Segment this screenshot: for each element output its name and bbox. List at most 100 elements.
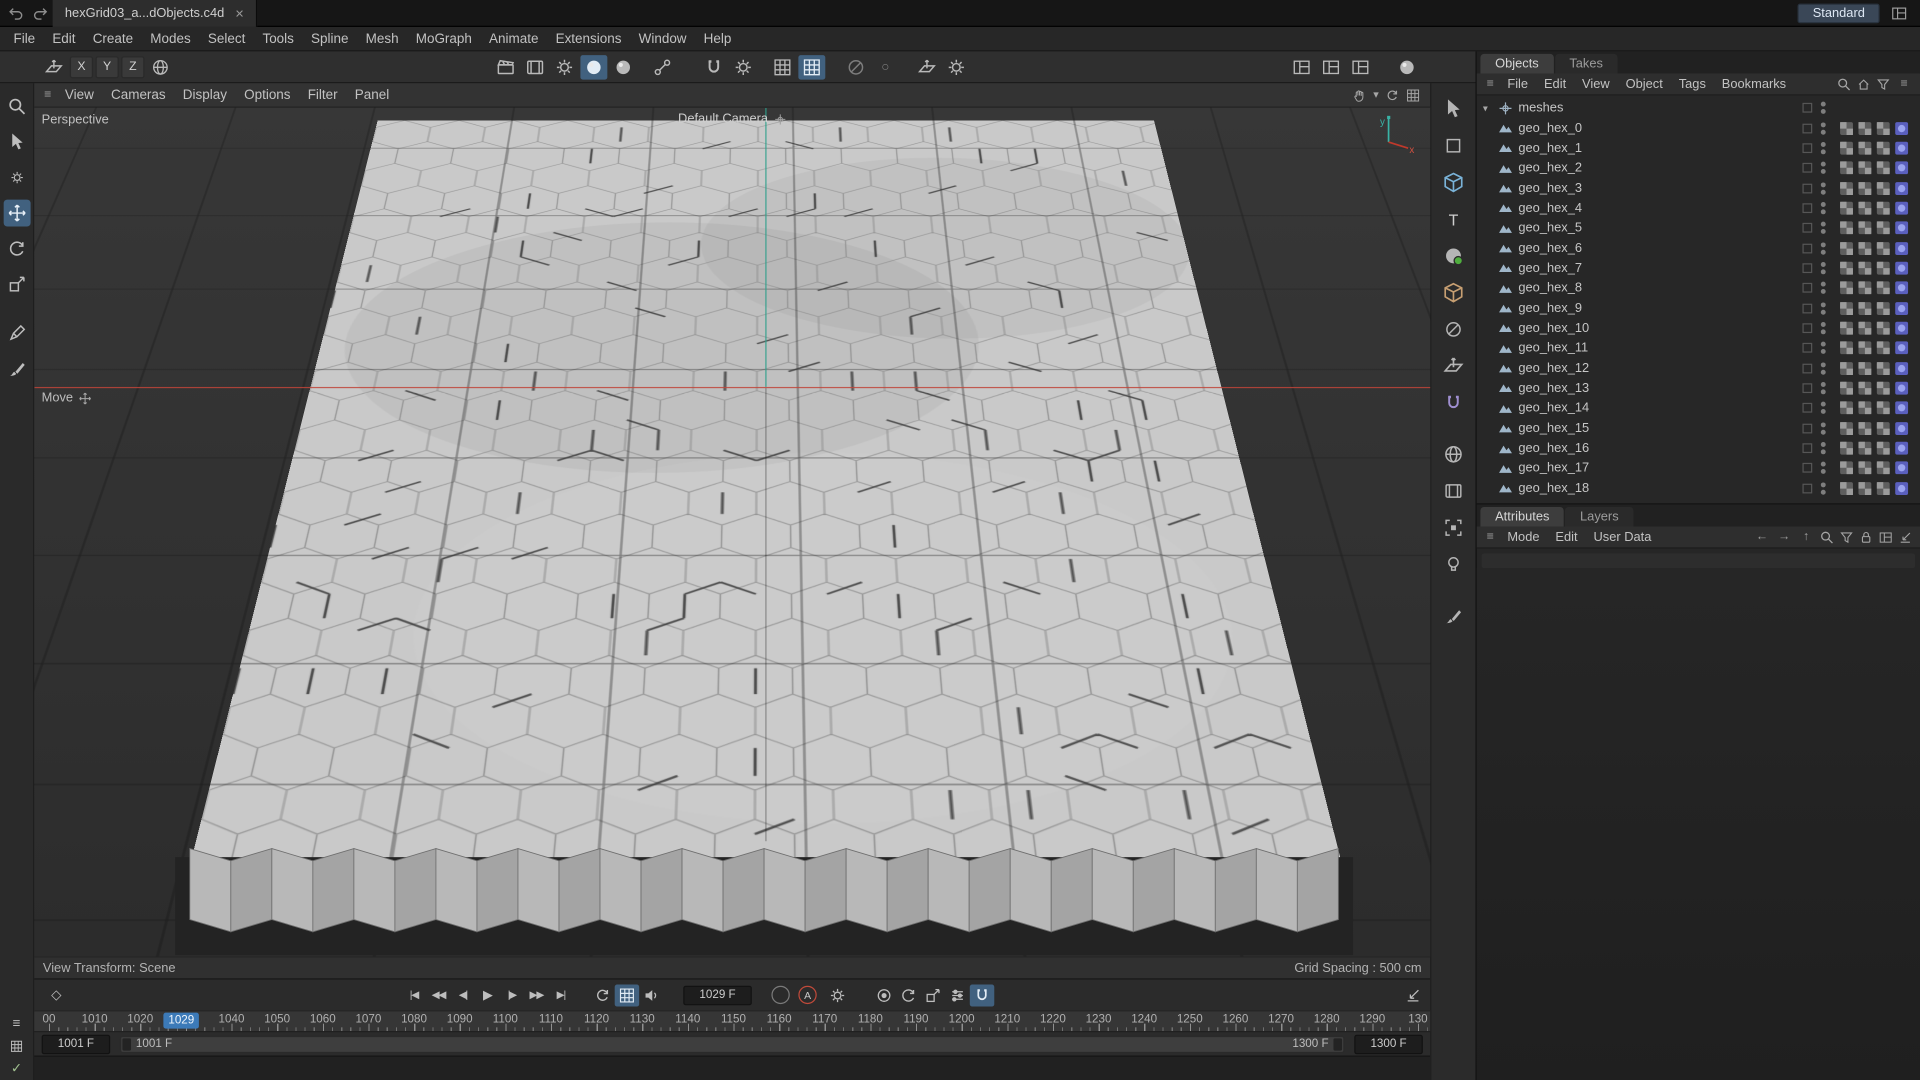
paint-tool-icon[interactable] — [1440, 602, 1467, 629]
texture-tag-icon[interactable] — [1858, 361, 1873, 376]
vp-menu-cameras[interactable]: Cameras — [102, 83, 174, 106]
layout-preset-button[interactable]: Standard — [1798, 3, 1880, 23]
object-name[interactable]: meshes — [1518, 101, 1563, 116]
phong-tag-icon[interactable] — [1894, 421, 1909, 436]
timeline-mode-button[interactable] — [614, 983, 640, 1006]
layout-panel-button-1[interactable] — [1288, 54, 1315, 78]
normal-tag-icon[interactable] — [1876, 221, 1891, 236]
om-panel-menu-icon[interactable]: ≡ — [1482, 77, 1499, 90]
object-row[interactable]: geo_hex_9 — [1477, 298, 1920, 318]
object-name[interactable]: geo_hex_16 — [1518, 441, 1589, 456]
play-button[interactable]: ▶ — [475, 984, 499, 1006]
viewport-canvas[interactable]: Perspective Default Camera Move y x — [34, 107, 1431, 957]
object-row[interactable]: geo_hex_8 — [1477, 278, 1920, 298]
uvw-tag-icon[interactable] — [1839, 461, 1854, 476]
object-row[interactable]: geo_hex_15 — [1477, 418, 1920, 438]
om-menu-tags[interactable]: Tags — [1671, 73, 1713, 94]
object-tree[interactable]: ▾ meshes geo_hex_0 geo_hex_1 geo_hex_2 geo_… — [1476, 95, 1920, 504]
layer-color-box[interactable] — [1802, 343, 1813, 354]
texture-tag-icon[interactable] — [1858, 221, 1873, 236]
record-rotation-toggle[interactable] — [896, 984, 920, 1006]
uvw-tag-icon[interactable] — [1839, 241, 1854, 256]
uvw-tag-icon[interactable] — [1839, 181, 1854, 196]
workplane-grid-button[interactable] — [769, 54, 796, 78]
object-row[interactable]: geo_hex_4 — [1477, 198, 1920, 218]
menu-help[interactable]: Help — [695, 27, 740, 50]
uvw-tag-icon[interactable] — [1839, 341, 1854, 356]
menu-animate[interactable]: Animate — [480, 27, 547, 50]
texture-tag-icon[interactable] — [1858, 201, 1873, 216]
phong-tag-icon[interactable] — [1894, 201, 1909, 216]
goto-end-button[interactable]: ▶| — [549, 984, 573, 1006]
menu-create[interactable]: Create — [84, 27, 142, 50]
expander-icon[interactable]: ▾ — [1483, 102, 1498, 113]
attr-up-icon[interactable]: ↑ — [1798, 530, 1815, 543]
normal-tag-icon[interactable] — [1876, 161, 1891, 176]
camera-menu-icon[interactable] — [773, 112, 786, 125]
menu-select[interactable]: Select — [199, 27, 254, 50]
texture-tag-icon[interactable] — [1858, 301, 1873, 316]
tab-layers[interactable]: Layers — [1565, 506, 1634, 527]
close-icon[interactable]: × — [235, 6, 244, 21]
menu-window[interactable]: Window — [630, 27, 695, 50]
layer-color-box[interactable] — [1802, 103, 1813, 113]
normal-tag-icon[interactable] — [1876, 201, 1891, 216]
object-name[interactable]: geo_hex_10 — [1518, 321, 1589, 336]
object-name[interactable]: geo_hex_18 — [1518, 481, 1589, 496]
uvw-tag-icon[interactable] — [1839, 381, 1854, 396]
layout-icon[interactable] — [1891, 4, 1908, 21]
visibility-toggles[interactable] — [1820, 341, 1826, 355]
layer-color-box[interactable] — [1802, 203, 1813, 213]
attr-lock-icon[interactable] — [1859, 530, 1874, 545]
menu-extensions[interactable]: Extensions — [547, 27, 630, 50]
texture-tag-icon[interactable] — [1858, 261, 1873, 276]
tab-objects[interactable]: Objects — [1480, 53, 1554, 74]
object-name[interactable]: geo_hex_2 — [1518, 161, 1582, 176]
om-menu-edit[interactable]: Edit — [1537, 73, 1574, 94]
layer-color-box[interactable] — [1802, 463, 1813, 474]
object-name[interactable]: geo_hex_0 — [1518, 121, 1582, 136]
normal-tag-icon[interactable] — [1876, 261, 1891, 276]
phong-tag-icon[interactable] — [1894, 441, 1909, 456]
range-slider[interactable]: 1001 F 1300 F — [119, 1035, 1345, 1053]
menu-edit[interactable]: Edit — [44, 27, 84, 50]
goto-start-button[interactable]: |◀ — [402, 984, 426, 1006]
snap-magnet-button[interactable] — [700, 54, 727, 78]
layer-color-box[interactable] — [1802, 283, 1813, 293]
workplane-axis-button[interactable] — [913, 54, 940, 78]
visibility-toggles[interactable] — [1820, 362, 1826, 375]
object-name[interactable]: geo_hex_9 — [1518, 301, 1582, 316]
texture-tag-icon[interactable] — [1858, 121, 1873, 136]
uvw-tag-icon[interactable] — [1839, 481, 1854, 496]
viewport-filter-icon[interactable] — [1440, 478, 1467, 505]
axis-circle-button[interactable]: ○ — [872, 54, 899, 78]
visibility-toggles[interactable] — [1820, 261, 1826, 275]
object-row[interactable]: geo_hex_12 — [1477, 358, 1920, 378]
keyframe-snap-button[interactable] — [969, 983, 995, 1006]
normal-tag-icon[interactable] — [1876, 121, 1891, 136]
visibility-toggles[interactable] — [1820, 181, 1826, 195]
vp-menu-panel[interactable]: Panel — [346, 83, 398, 106]
visibility-toggles[interactable] — [1820, 201, 1826, 215]
om-home-icon[interactable] — [1856, 77, 1871, 92]
om-menu-bookmarks[interactable]: Bookmarks — [1714, 73, 1793, 94]
render-picture-viewer-button[interactable] — [522, 54, 549, 78]
phong-tag-icon[interactable] — [1894, 261, 1909, 276]
status-menu-icon[interactable]: ≡ — [3, 1015, 30, 1032]
object-name[interactable]: geo_hex_4 — [1518, 201, 1582, 216]
workplane-icon[interactable] — [1440, 353, 1467, 380]
attr-forward-icon[interactable]: → — [1776, 530, 1793, 543]
visibility-toggles[interactable] — [1820, 221, 1826, 235]
render-settings-button[interactable] — [551, 54, 578, 78]
object-name[interactable]: geo_hex_3 — [1518, 181, 1582, 196]
object-name[interactable]: geo_hex_1 — [1518, 141, 1582, 156]
phong-tag-icon[interactable] — [1894, 181, 1909, 196]
om-search-icon[interactable] — [1837, 77, 1852, 92]
enable-generators-icon[interactable] — [1440, 242, 1467, 269]
global-settings-button[interactable] — [943, 54, 970, 78]
object-row[interactable]: geo_hex_3 — [1477, 178, 1920, 198]
projection-icon[interactable] — [1440, 441, 1467, 468]
om-filter-icon[interactable] — [1876, 77, 1891, 92]
prev-key-button[interactable]: ◀◀ — [426, 984, 450, 1006]
normal-tag-icon[interactable] — [1876, 301, 1891, 316]
